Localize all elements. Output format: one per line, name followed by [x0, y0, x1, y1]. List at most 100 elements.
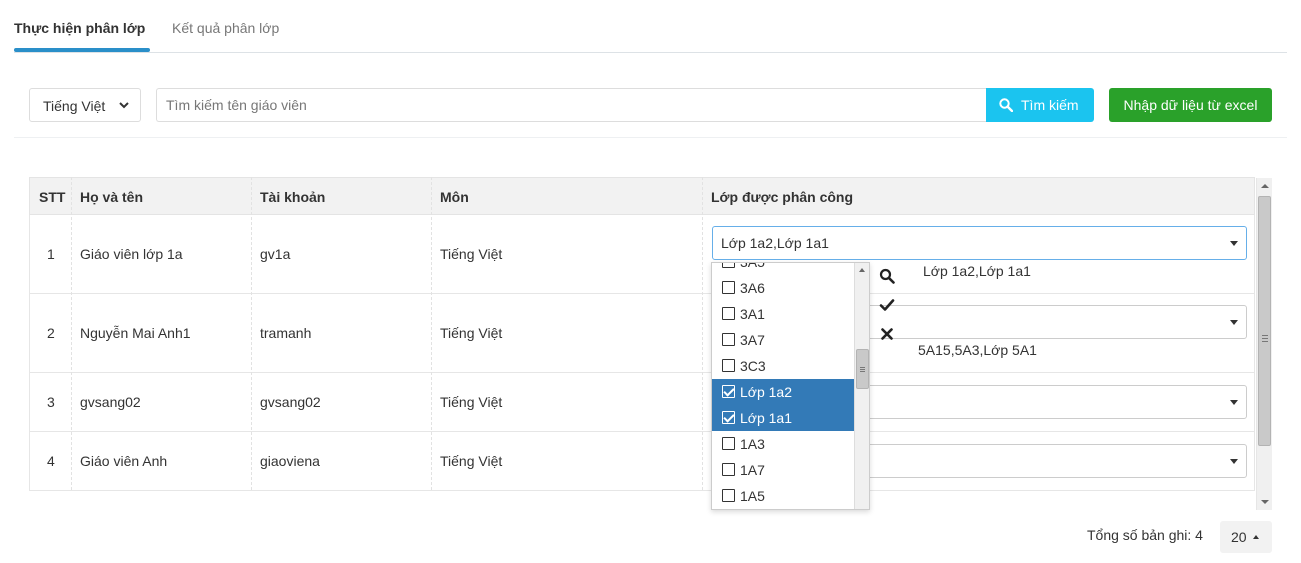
caret-down-icon [1230, 320, 1238, 325]
dropdown-option[interactable]: 1A3 [712, 431, 854, 457]
subject-select[interactable]: Tiếng Việt [29, 88, 141, 122]
active-tab-indicator [14, 48, 150, 52]
row-name: Giáo viên lớp 1a [80, 246, 183, 262]
header-stt: STT [39, 189, 66, 205]
dropdown-option[interactable]: 3C3 [712, 353, 854, 379]
dropdown-scrollbar[interactable] [854, 263, 869, 509]
row-subject: Tiếng Việt [440, 394, 503, 410]
dropdown-option-label: 1A3 [740, 436, 765, 452]
import-excel-button[interactable]: Nhập dữ liệu từ excel [1109, 88, 1272, 122]
checkbox-checked[interactable] [722, 411, 735, 424]
table-row[interactable]: 2 Nguyễn Mai Anh1 tramanh Tiếng Việt [29, 294, 1255, 373]
scroll-down-icon[interactable] [1261, 500, 1269, 504]
column-divider [251, 177, 252, 490]
dropdown-option-label: 3C3 [740, 358, 766, 374]
page-size-select[interactable]: 20 [1220, 521, 1272, 553]
total-records: Tổng số bản ghi: 4 [1087, 527, 1203, 543]
row-account: giaoviena [260, 453, 320, 469]
chevron-down-icon [119, 102, 129, 109]
teacher-table: STT Họ và tên Tài khoản Môn Lớp được phâ… [29, 177, 1272, 510]
caret-down-icon [1230, 459, 1238, 464]
row-subject: Tiếng Việt [440, 453, 503, 469]
row-stt: 1 [47, 246, 55, 262]
search-icon [999, 98, 1013, 112]
checkbox[interactable] [722, 263, 735, 268]
scrollbar-thumb[interactable] [1258, 196, 1271, 446]
row-stt: 3 [47, 394, 55, 410]
dropdown-option-label: 3A1 [740, 306, 765, 322]
row-name: Nguyễn Mai Anh1 [80, 325, 191, 341]
dropdown-option[interactable]: Lớp 1a1 [712, 405, 854, 431]
column-divider [431, 177, 432, 490]
table-scrollbar[interactable] [1256, 178, 1272, 510]
row-name: gvsang02 [80, 394, 141, 410]
dropdown-option[interactable]: 3A7 [712, 327, 854, 353]
search-button[interactable]: Tìm kiếm [986, 88, 1094, 122]
grip-icon [860, 367, 865, 368]
dropdown-option[interactable]: 3A6 [712, 275, 854, 301]
checkbox[interactable] [722, 307, 735, 320]
check-icon[interactable] [879, 297, 895, 313]
dropdown-option-label: 1A7 [740, 462, 765, 478]
dropdown-option-label: 3A6 [740, 280, 765, 296]
row-name: Giáo viên Anh [80, 453, 168, 469]
table-header: STT Họ và tên Tài khoản Môn Lớp được phâ… [29, 177, 1255, 215]
dropdown-option[interactable]: 3A5 [712, 262, 854, 275]
class-dropdown-list: 3A5 3A6 3A1 3A7 3C3 Lớp 1a2 Lớp 1a1 1A3 … [711, 262, 870, 510]
column-divider [702, 177, 703, 490]
table-row[interactable]: 4 Giáo viên Anh giaoviena Tiếng Việt [29, 432, 1255, 491]
row-subject: Tiếng Việt [440, 246, 503, 262]
table-row[interactable]: 3 gvsang02 gvsang02 Tiếng Việt [29, 373, 1255, 432]
dropdown-actions [873, 262, 903, 352]
tab-thuc-hien-phan-lop[interactable]: Thực hiện phân lớp [14, 20, 145, 36]
row-account: tramanh [260, 325, 312, 341]
dropdown-option[interactable]: Lớp 1a2 [712, 379, 854, 405]
checkbox[interactable] [722, 489, 735, 502]
dropdown-option[interactable]: 1A7 [712, 457, 854, 483]
subject-select-value: Tiếng Việt [43, 98, 106, 114]
caret-down-icon [1230, 400, 1238, 405]
table-row[interactable]: 1 Giáo viên lớp 1a gv1a Tiếng Việt Lớp 1… [29, 215, 1255, 294]
tab-ket-qua-phan-lop[interactable]: Kết quả phân lớp [172, 20, 279, 36]
dropdown-option-label: 3A7 [740, 332, 765, 348]
checkbox[interactable] [722, 333, 735, 346]
header-name: Họ và tên [80, 189, 144, 205]
row-stt: 2 [47, 325, 55, 341]
dropdown-option-label: Lớp 1a2 [740, 384, 793, 400]
search-icon[interactable] [879, 268, 895, 284]
dropdown-option[interactable]: 1A5 [712, 483, 854, 509]
class-combobox[interactable]: Lớp 1a2,Lớp 1a1 [712, 226, 1247, 260]
grip-icon [1262, 335, 1268, 336]
checkbox[interactable] [722, 437, 735, 450]
caret-up-icon [1253, 535, 1259, 539]
tab-bar: Thực hiện phân lớp Kết quả phân lớp [14, 0, 1287, 53]
search-button-label: Tìm kiếm [1021, 97, 1079, 113]
checkbox[interactable] [722, 281, 735, 294]
header-account: Tài khoản [260, 189, 326, 205]
row-account: gv1a [260, 246, 291, 262]
column-divider [71, 177, 72, 490]
assigned-classes-text: 5A15,5A3,Lớp 5A1 [918, 342, 1037, 358]
close-icon[interactable] [879, 326, 895, 342]
class-combobox-value: Lớp 1a2,Lớp 1a1 [721, 235, 829, 251]
scroll-up-icon[interactable] [859, 268, 865, 272]
header-classes: Lớp được phân công [711, 189, 854, 205]
row-stt: 4 [47, 453, 55, 469]
caret-down-icon [1230, 241, 1238, 246]
assigned-classes-text: Lớp 1a2,Lớp 1a1 [923, 263, 1031, 279]
checkbox[interactable] [722, 463, 735, 476]
dropdown-option-label: Lớp 1a1 [740, 410, 793, 426]
dropdown-option-label: 1A5 [740, 488, 765, 504]
dropdown-option-label: 3A5 [740, 262, 765, 270]
scrollbar-thumb[interactable] [856, 349, 869, 389]
row-subject: Tiếng Việt [440, 325, 503, 341]
checkbox[interactable] [722, 359, 735, 372]
search-input[interactable] [156, 88, 986, 122]
dropdown-option[interactable]: 3A1 [712, 301, 854, 327]
toolbar: Tiếng Việt Tìm kiếm Nhập dữ liệu từ exce… [14, 70, 1287, 138]
scroll-up-icon[interactable] [1261, 184, 1269, 188]
checkbox-checked[interactable] [722, 385, 735, 398]
import-excel-button-label: Nhập dữ liệu từ excel [1123, 97, 1258, 113]
header-subject: Môn [440, 189, 469, 205]
row-account: gvsang02 [260, 394, 321, 410]
